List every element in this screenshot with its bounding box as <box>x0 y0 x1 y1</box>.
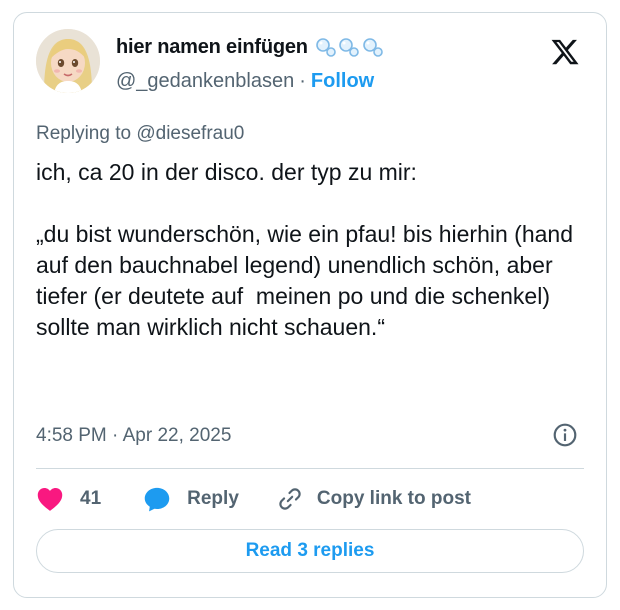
avatar-image <box>36 29 100 93</box>
handle-separator: · <box>299 70 306 92</box>
avatar[interactable] <box>36 29 100 93</box>
divider <box>36 468 584 469</box>
replying-prefix: Replying to <box>36 123 137 144</box>
author-handle[interactable]: @_gedankenblasen <box>116 70 294 93</box>
tweet-card: hier namen einfügen @_gedankenblasen · F… <box>13 12 607 598</box>
reply-label: Reply <box>187 488 239 509</box>
read-replies-label: Read 3 replies <box>245 540 375 561</box>
read-replies-button[interactable]: Read 3 replies <box>36 529 584 573</box>
bubbles-icon <box>314 35 394 59</box>
heart-icon <box>37 488 63 511</box>
copy-link-label: Copy link to post <box>316 488 471 509</box>
tweet-timestamp[interactable]: 4:58 PM · Apr 22, 2025 <box>36 425 231 447</box>
replying-to: Replying to @diesefrau0 <box>36 123 244 145</box>
reply-mention-link[interactable]: @diesefrau0 <box>136 123 244 144</box>
reply-bubble-icon <box>144 487 170 512</box>
author-display-name[interactable]: hier namen einfügen <box>116 36 308 59</box>
like-button[interactable]: 41 <box>36 486 101 512</box>
reply-button[interactable]: Reply <box>143 486 239 512</box>
tweet-text: ich, ca 20 in der disco. der typ zu mir:… <box>36 159 573 340</box>
link-icon <box>279 488 301 510</box>
info-icon[interactable] <box>552 422 578 448</box>
action-bar: 41 Reply Copy link to post <box>36 481 471 517</box>
like-count: 41 <box>80 488 102 509</box>
author-name-row: hier namen einfügen <box>116 35 394 59</box>
follow-button[interactable]: Follow <box>311 70 374 93</box>
author-handle-row: @_gedankenblasen · Follow <box>116 70 374 93</box>
copy-link-button[interactable]: Copy link to post <box>277 486 471 512</box>
x-logo-icon[interactable] <box>550 37 580 67</box>
